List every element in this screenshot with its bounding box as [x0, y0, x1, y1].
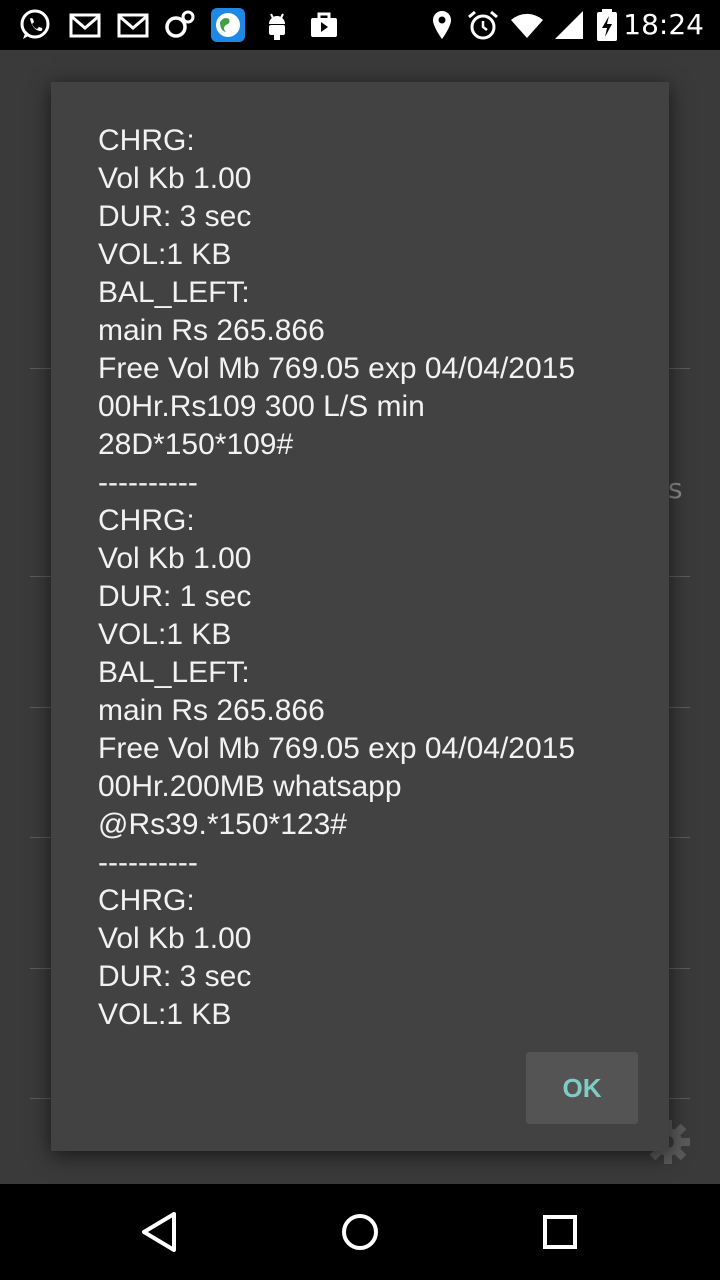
- alarm-icon: [466, 8, 500, 42]
- message-dialog: CHRG: Vol Kb 1.00 DUR: 3 sec VOL:1 KB BAL_LE…: [51, 82, 669, 1151]
- message-line: DUR: 1 sec: [98, 580, 252, 613]
- message-line: 00Hr.200MB whatsapp: [98, 770, 402, 803]
- message-line: VOL:1 KB: [98, 618, 232, 651]
- android-debug-icon: [260, 8, 294, 42]
- message-line: Vol Kb 1.00: [98, 542, 252, 575]
- message-line: Vol Kb 1.00: [98, 922, 252, 955]
- message-line: @Rs39.*150*123#: [98, 808, 347, 841]
- message-line: BAL_LEFT:: [98, 276, 250, 309]
- recents-icon[interactable]: [534, 1206, 586, 1258]
- status-bar: 18:24: [0, 0, 720, 50]
- message-line: Free Vol Mb 769.05 exp 04/04/2015: [98, 352, 576, 385]
- dialog-message[interactable]: CHRG: Vol Kb 1.00 DUR: 3 sec VOL:1 KB BAL_LE…: [98, 122, 638, 1025]
- message-line: VOL:1 KB: [98, 998, 232, 1025]
- message-line: 00Hr.Rs109 300 L/S min: [98, 390, 425, 423]
- message-line: main Rs 265.866: [98, 314, 325, 347]
- message-line: CHRG:: [98, 124, 195, 157]
- location-icon: [425, 8, 459, 42]
- gmail-icon: [116, 8, 150, 42]
- message-line: CHRG:: [98, 884, 195, 917]
- background-text: s: [668, 472, 683, 505]
- message-line: DUR: 3 sec: [98, 960, 252, 993]
- message-line: DUR: 3 sec: [98, 200, 252, 233]
- navigation-bar: [0, 1184, 720, 1280]
- wifi-icon: [510, 8, 544, 42]
- message-line: ----------: [98, 466, 198, 499]
- message-line: ----------: [98, 846, 198, 879]
- play-store-icon: [307, 8, 341, 42]
- message-line: main Rs 265.866: [98, 694, 325, 727]
- message-line: CHRG:: [98, 504, 195, 537]
- browser-icon: [210, 7, 246, 43]
- signal-icon: [552, 8, 586, 42]
- message-line: Vol Kb 1.00: [98, 162, 252, 195]
- message-line: 28D*150*109#: [98, 428, 294, 461]
- app-icon: [163, 8, 197, 42]
- message-line: VOL:1 KB: [98, 238, 232, 271]
- status-time: 18:24: [623, 8, 704, 41]
- home-icon[interactable]: [334, 1206, 386, 1258]
- ok-button[interactable]: OK: [526, 1052, 638, 1124]
- message-line: Free Vol Mb 769.05 exp 04/04/2015: [98, 732, 576, 765]
- message-line: BAL_LEFT:: [98, 656, 250, 689]
- gmail-icon: [68, 8, 102, 42]
- whatsapp-icon: [18, 8, 52, 42]
- back-icon[interactable]: [134, 1206, 186, 1258]
- battery-charging-icon: [594, 8, 620, 42]
